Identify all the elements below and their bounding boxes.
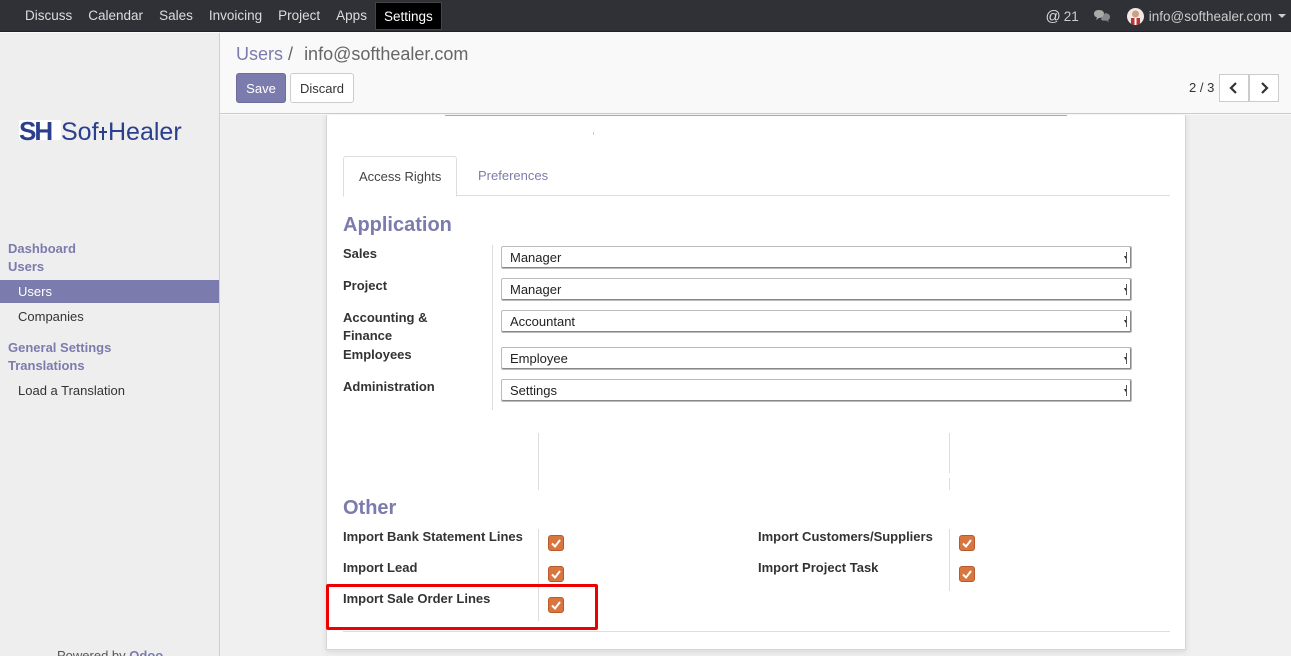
menu-project[interactable]: Project: [270, 0, 328, 32]
sidebar-heading-general-settings[interactable]: General Settings: [8, 340, 111, 355]
checkbox-import-customers-suppliers[interactable]: [959, 535, 975, 551]
top-navbar: Discuss Calendar Sales Invoicing Project…: [0, 0, 1291, 32]
checkmark-icon: [551, 569, 561, 579]
checkmark-icon: [551, 538, 561, 548]
checkbox-import-bank-statement-lines[interactable]: [548, 535, 564, 551]
divider: [949, 478, 950, 490]
field-label-accounting: Accounting & Finance: [343, 310, 428, 343]
select-arrow-icon: [1124, 316, 1127, 327]
checkbox-import-project-task[interactable]: [959, 566, 975, 582]
field-label-administration: Administration: [343, 379, 435, 394]
pager-next-button[interactable]: [1249, 74, 1279, 102]
notebook-tabs: Access Rights Preferences: [343, 156, 1170, 197]
accounting-select[interactable]: Accountant: [501, 310, 1132, 333]
sidebar-heading-dashboard[interactable]: Dashboard: [8, 241, 76, 256]
application-section-title: Application: [343, 214, 452, 236]
label-import-customers-suppliers: Import Customers/Suppliers: [758, 529, 933, 544]
label-import-bank-statement-lines: Import Bank Statement Lines: [343, 529, 523, 544]
chat-icon: [1093, 10, 1110, 22]
svg-text:Healer: Healer: [108, 118, 182, 146]
divider: [949, 529, 950, 591]
user-menu[interactable]: info@softhealer.com: [1126, 0, 1291, 32]
select-arrow-icon: [1124, 385, 1127, 396]
powered-by-text: Powered by: [57, 648, 126, 656]
form-view: Access Rights Preferences Application Sa…: [220, 115, 1291, 656]
chevron-right-icon: [1261, 82, 1269, 94]
save-button[interactable]: Save: [236, 73, 286, 103]
breadcrumb-users-link[interactable]: Users: [236, 44, 283, 64]
menu-apps[interactable]: Apps: [328, 0, 375, 32]
app-menu: Discuss Calendar Sales Invoicing Project…: [17, 0, 442, 32]
caret-down-icon: [1278, 14, 1286, 18]
user-email: info@softhealer.com: [1148, 8, 1272, 24]
tab-preferences[interactable]: Preferences: [463, 156, 563, 196]
divider: [343, 631, 1170, 632]
project-select[interactable]: Manager: [501, 278, 1132, 301]
svg-text:SH: SH: [19, 116, 52, 146]
tab-access-rights[interactable]: Access Rights: [343, 156, 458, 197]
at-icon: @: [1045, 7, 1061, 25]
select-arrow-icon: [1124, 252, 1127, 263]
label-import-lead: Import Lead: [343, 560, 418, 575]
breadcrumb: Users / info@softhealer.com: [236, 44, 468, 65]
messages-button[interactable]: [1079, 0, 1127, 32]
avatar: [1126, 7, 1144, 25]
pager-value: 2 / 3: [1189, 80, 1215, 95]
sidebar-heading-users[interactable]: Users: [8, 259, 44, 274]
project-select-value: Manager: [510, 282, 562, 297]
field-label-project: Project: [343, 278, 388, 293]
menu-discuss[interactable]: Discuss: [17, 0, 80, 32]
systray: @ 21 info@softhealer.com: [1045, 0, 1291, 32]
discard-button[interactable]: Discard: [290, 73, 354, 103]
checkmark-icon: [551, 600, 561, 610]
field-label-sales: Sales: [343, 246, 377, 261]
checkmark-icon: [962, 569, 972, 579]
label-import-project-task: Import Project Task: [758, 560, 879, 575]
control-panel: Users / info@softhealer.com Save Discard…: [220, 33, 1291, 114]
powered-by: Powered by Odoo: [57, 648, 163, 656]
mention-count: 21: [1063, 8, 1079, 24]
sidebar-item-companies[interactable]: Companies: [0, 305, 219, 328]
sidebar-item-users[interactable]: Users: [0, 280, 219, 303]
menu-invoicing[interactable]: Invoicing: [201, 0, 270, 32]
divider: [538, 529, 539, 621]
breadcrumb-current: info@softhealer.com: [304, 44, 469, 64]
administration-select-value: Settings: [510, 383, 557, 398]
checkbox-import-sale-order-lines[interactable]: [548, 597, 564, 613]
select-arrow-icon: [1124, 284, 1127, 295]
accounting-select-value: Accountant: [510, 314, 576, 329]
checkmark-icon: [962, 538, 972, 548]
form-sheet: Access Rights Preferences Application Sa…: [326, 115, 1186, 650]
divider: [492, 245, 493, 410]
administration-select[interactable]: Settings: [501, 379, 1132, 402]
mentions-button[interactable]: @ 21: [1045, 0, 1078, 32]
breadcrumb-separator: /: [288, 44, 294, 64]
divider: [949, 433, 950, 473]
divider: [593, 132, 594, 135]
sidebar: SH Sof Healer Dashboard Users Users Comp…: [0, 33, 220, 656]
menu-sales[interactable]: Sales: [151, 0, 201, 32]
sidebar-item-load-translation[interactable]: Load a Translation: [0, 379, 219, 402]
menu-settings[interactable]: Settings: [374, 2, 442, 30]
company-logo: SH Sof Healer: [19, 116, 182, 146]
pager-previous-button[interactable]: [1219, 74, 1249, 102]
divider: [445, 115, 1067, 116]
employees-select-value: Employee: [510, 351, 568, 366]
sales-select-value: Manager: [510, 250, 562, 265]
odoo-link[interactable]: Odoo: [129, 648, 163, 656]
divider: [538, 433, 539, 490]
employees-select[interactable]: Employee: [501, 347, 1132, 370]
checkbox-import-lead[interactable]: [548, 566, 564, 582]
sidebar-heading-translations[interactable]: Translations: [8, 358, 85, 373]
field-label-employees: Employees: [343, 347, 412, 362]
other-section-title: Other: [343, 497, 397, 519]
label-import-sale-order-lines: Import Sale Order Lines: [343, 591, 491, 606]
menu-calendar[interactable]: Calendar: [80, 0, 151, 32]
select-arrow-icon: [1124, 353, 1127, 364]
sales-select[interactable]: Manager: [501, 246, 1132, 269]
svg-text:Sof: Sof: [61, 118, 99, 146]
chevron-left-icon: [1229, 82, 1237, 94]
